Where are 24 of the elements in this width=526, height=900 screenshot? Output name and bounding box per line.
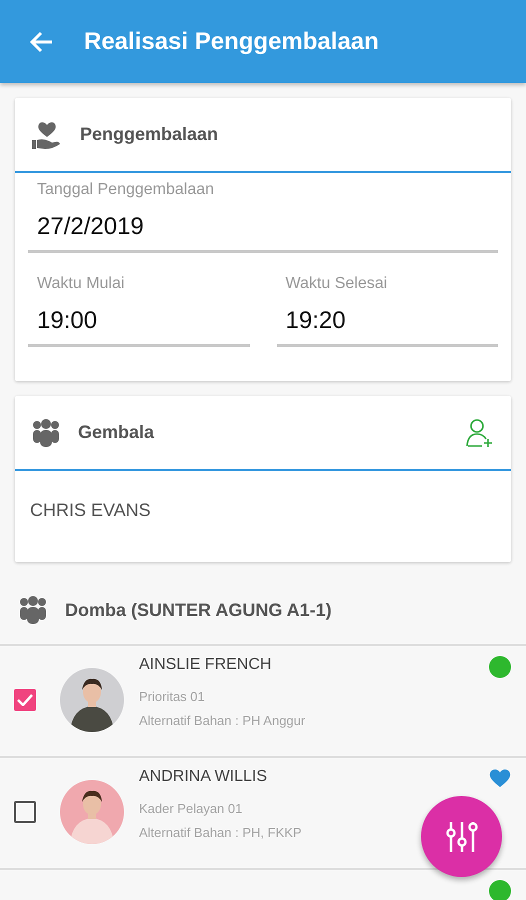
member-name: ANDRINA WILLIS (139, 768, 268, 786)
field-label: Waktu Selesai (284, 275, 388, 293)
group-icon (18, 596, 48, 624)
card-title: Gembala (78, 422, 156, 443)
heart-hand-icon (31, 120, 63, 150)
group-icon (31, 418, 61, 446)
member-name: AINSLIE FRENCH (139, 656, 272, 674)
section-title: Domba (SUNTER AGUNG A1-1) (65, 600, 333, 620)
date-field[interactable]: 27/2/2019 (28, 199, 498, 253)
member-material: Alternatif Bahan : PH, FKKP (139, 825, 302, 840)
field-label: Waktu Mulai (36, 275, 126, 293)
checkbox[interactable] (14, 801, 36, 823)
member-role: Kader Pelayan 01 (139, 801, 244, 816)
screen-title: Realisasi Penggembalaan (84, 28, 379, 56)
card-title: Penggembalaan (80, 124, 220, 145)
time-field[interactable]: 19:20 (276, 293, 498, 347)
filter-button[interactable] (421, 796, 502, 877)
member-material: Alternatif Bahan : PH Anggur (139, 713, 306, 728)
field-label: Tanggal Penggembalaan (36, 181, 216, 199)
member-role: Prioritas 01 (139, 689, 206, 704)
shepherd-name: CHRIS EVANS (29, 499, 152, 522)
time-field[interactable]: 19:00 (28, 293, 250, 347)
add-person-icon[interactable] (465, 418, 495, 448)
checkbox[interactable] (14, 689, 36, 711)
